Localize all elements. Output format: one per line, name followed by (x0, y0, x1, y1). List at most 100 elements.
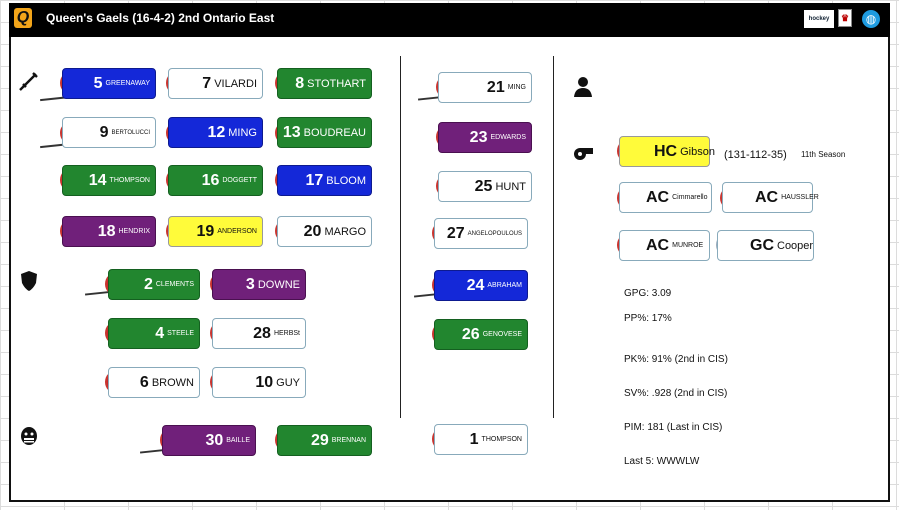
player-card-herbst[interactable]: 28 HERBSt (212, 318, 306, 349)
player-card-edwards[interactable]: 23 EDWARDS (438, 122, 532, 153)
coach-name: Cooper (777, 239, 814, 252)
player-name: HENDRIX (118, 228, 150, 235)
player-number: 27 (446, 224, 465, 242)
player-number: 7 (202, 74, 212, 92)
player-card-baille[interactable]: 30 BAILLE (162, 425, 256, 456)
shield-icon (16, 270, 42, 298)
player-name: GREENAWAY (105, 80, 150, 87)
player-card-guy[interactable]: 10 GUY (212, 367, 306, 398)
player-card-greenaway[interactable]: 5 GREENAWAY (62, 68, 156, 99)
sword-icon (16, 70, 42, 98)
player-number: 20 (303, 222, 322, 240)
coach-role: HC (654, 142, 678, 160)
player-number: 21 (486, 78, 505, 96)
player-name: EDWARDS (490, 134, 526, 141)
player-card-hunt[interactable]: 25 HUNT (438, 171, 532, 202)
player-card-ming[interactable]: 12 MING (168, 117, 263, 148)
league-logo: ♛ (838, 9, 852, 27)
player-card-ming-extra[interactable]: 21 MING (438, 72, 532, 103)
coach-card-ac-haussler[interactable]: AC HAUSSLER (722, 182, 819, 213)
player-name: MARGO (324, 225, 366, 238)
player-number: 2 (143, 275, 153, 293)
player-name: BLOOM (326, 174, 366, 187)
coach-name: Gibson (680, 145, 715, 158)
coach-season: 11th Season (801, 150, 846, 159)
stat-pim: PIM: 181 (Last in CIS) (624, 422, 723, 433)
player-name: STOTHART (307, 77, 366, 90)
coach-card-hc[interactable]: HC Gibson (619, 136, 715, 167)
player-card-doggett[interactable]: 16 DOGGETT (168, 165, 263, 196)
player-name: HERBSt (273, 330, 300, 337)
player-number: 8 (295, 74, 305, 92)
player-number: 14 (88, 171, 107, 189)
player-number: 25 (474, 177, 493, 195)
player-name: CLEMENTS (155, 281, 194, 288)
hockey-logo: hockey (804, 10, 834, 28)
coach-record: (131-112-35) (724, 149, 787, 161)
player-card-bertolucci[interactable]: 9 BERTOLUCCI (62, 117, 156, 148)
player-name: BERTOLUCCI (111, 129, 150, 136)
player-card-anderson[interactable]: 19 ANDERSON (168, 216, 263, 247)
player-name: DOGGETT (222, 177, 257, 184)
player-name: BOUDREAU (303, 126, 366, 139)
player-number: 9 (99, 123, 109, 141)
goalie-mask-icon (16, 426, 42, 454)
player-number: 5 (93, 74, 103, 92)
player-name: ABRAHAM (487, 282, 522, 289)
player-number: 19 (196, 222, 215, 240)
stat-pp: PP%: 17% (624, 313, 672, 324)
coach-card-gc-cooper[interactable]: GC Cooper (717, 230, 814, 261)
player-number: 30 (205, 431, 224, 449)
stat-pk: PK%: 91% (2nd in CIS) (624, 354, 728, 365)
whistle-icon (570, 144, 596, 167)
stat-gpg: GPG: 3.09 (624, 288, 672, 299)
player-number: 18 (97, 222, 116, 240)
player-name: DOWNE (257, 278, 300, 291)
player-name: MING (228, 126, 257, 139)
coach-role: GC (750, 236, 774, 254)
player-number: 24 (466, 276, 485, 294)
player-number: 12 (207, 123, 226, 141)
player-card-thompson-goalie[interactable]: 1 THOMPSON (434, 424, 528, 455)
player-card-margo[interactable]: 20 MARGO (277, 216, 372, 247)
team-logo: Q (14, 8, 32, 28)
player-number: 28 (253, 324, 271, 342)
player-name: HUNT (495, 180, 526, 193)
globe-icon[interactable]: ◍ (862, 10, 880, 28)
player-name: THOMPSON (481, 436, 522, 443)
player-card-angelopoulous[interactable]: 27 ANGELOPOULOUS (434, 218, 528, 249)
player-card-thompson[interactable]: 14 THOMPSON (62, 165, 156, 196)
player-number: 13 (282, 123, 301, 141)
coach-role: AC (646, 236, 670, 254)
page-title: Queen's Gaels (16-4-2) 2nd Ontario East (46, 11, 275, 25)
coach-role: AC (755, 188, 779, 206)
player-name: BRENNAN (331, 437, 366, 444)
player-name: STEELE (167, 330, 194, 337)
player-card-clements[interactable]: 2 CLEMENTS (108, 269, 200, 300)
player-card-stothart[interactable]: 8 STOTHART (277, 68, 372, 99)
player-card-steele[interactable]: 4 STEELE (108, 318, 200, 349)
coach-card-ac-munroe[interactable]: AC MUNROE (619, 230, 710, 261)
player-number: 29 (310, 431, 329, 449)
player-number: 1 (469, 430, 479, 448)
stat-last5: Last 5: WWWLW (624, 456, 700, 467)
player-number: 16 (201, 171, 220, 189)
player-number: 6 (139, 373, 149, 391)
coach-card-ac-cimmarello[interactable]: AC Cimmarello (619, 182, 712, 213)
person-icon (570, 76, 596, 104)
player-card-downe[interactable]: 3 DOWNE (212, 269, 306, 300)
coach-name: HAUSSLER (781, 194, 819, 201)
player-name: ANDERSON (217, 228, 257, 235)
player-card-bloom[interactable]: 17 BLOOM (277, 165, 372, 196)
player-card-vilardi[interactable]: 7 VILARDI (168, 68, 263, 99)
player-card-brennan[interactable]: 29 BRENNAN (277, 425, 372, 456)
stat-sv: SV%: .928 (2nd in CIS) (624, 388, 728, 399)
player-card-brown[interactable]: 6 BROWN (108, 367, 200, 398)
player-number: 3 (245, 275, 255, 293)
player-name: BAILLE (226, 437, 250, 444)
player-card-hendrix[interactable]: 18 HENDRIX (62, 216, 156, 247)
coach-role: AC (646, 188, 670, 206)
player-card-genovese[interactable]: 26 GENOVESE (434, 319, 528, 350)
player-card-abraham[interactable]: 24 ABRAHAM (434, 270, 528, 301)
player-card-boudreau[interactable]: 13 BOUDREAU (277, 117, 372, 148)
